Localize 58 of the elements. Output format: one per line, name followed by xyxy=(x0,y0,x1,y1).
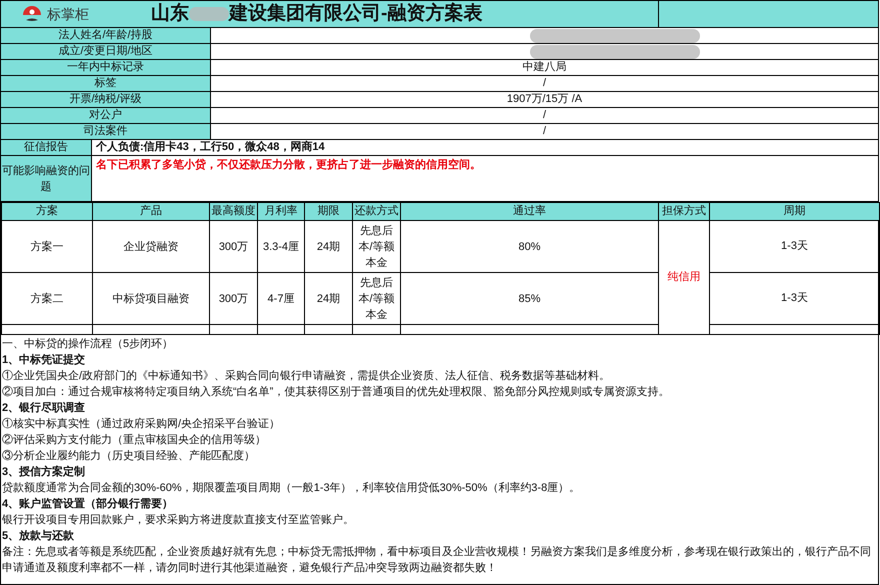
row-label: 法人姓名/年龄/持股 xyxy=(58,28,153,44)
table-cell: 1-3天 xyxy=(710,272,880,324)
column-header: 方案 xyxy=(2,202,92,220)
column-header: 期限 xyxy=(304,202,352,220)
row-label: 征信报告 xyxy=(24,140,68,156)
logo-text: 标掌柜 xyxy=(47,4,89,24)
table-cell: 1-3天 xyxy=(710,220,880,272)
row-label: 对公户 xyxy=(89,108,122,124)
page-title: 建设集团有限公司-融资方案表 xyxy=(229,1,482,26)
note-text: 一、中标贷的操作流程（5步闭环） xyxy=(2,336,174,352)
note-text: 银行开设项目专用回款账户，要求采购方将进度款直接支付至监管账户。 xyxy=(2,512,355,528)
note-text: ①核实中标真实性（通过政府采购网/央企招采平台验证） xyxy=(2,416,282,432)
table-cell: 先息后本/等额本金 xyxy=(352,220,400,272)
column-header: 周期 xyxy=(710,202,880,220)
section-heading: 5、放款与还款 xyxy=(2,528,76,544)
table-cell: 300万 xyxy=(210,220,258,272)
table-cell: 方案二 xyxy=(2,272,92,324)
column-header: 产品 xyxy=(92,202,210,220)
row-value: 1907万/15万 /A xyxy=(506,92,582,108)
row-value: 个人负债:信用卡43，工行50，微众48，网商14 xyxy=(96,140,325,156)
section-heading: 4、账户监管设置（部分银行需要） xyxy=(2,496,174,512)
table-cell: 80% xyxy=(400,220,658,272)
page-title: 山东 xyxy=(151,2,189,26)
table-cell: 纯信用 xyxy=(658,220,710,334)
note-text: ②项目加白：通过合规审核将特定项目纳入系统“白名单”，使其获得区别于普通项目的优先处理权限、豁免部分风控规则或专属资源支持。 xyxy=(2,384,670,400)
column-header: 月利率 xyxy=(258,202,304,220)
section-heading: 1、中标凭证提交 xyxy=(2,352,86,368)
table-cell: 300万 xyxy=(210,272,258,324)
table-cell: 4-7厘 xyxy=(258,272,304,324)
table-cell: 24期 xyxy=(304,220,352,272)
row-value: / xyxy=(542,124,546,140)
table-cell: 中标贷项目融资 xyxy=(92,272,210,324)
row-label: 标签 xyxy=(94,76,116,92)
note-text: ①企业凭国央企/政府部门的《中标通知书》、采购合同向银行申请融资，需提供企业资质、法人征信、税务数据等基础材料。 xyxy=(2,368,612,384)
table-cell: 方案一 xyxy=(2,220,92,272)
row-value: 中建八局 xyxy=(522,60,566,76)
row-value: 名下已积累了多笔小贷，不仅还款压力分散，更挤占了进一步融资的信用空间。 xyxy=(96,159,481,171)
table-cell: 24期 xyxy=(304,272,352,324)
row-label: 司法案件 xyxy=(84,124,128,140)
row-label: 一年内中标记录 xyxy=(67,60,144,76)
table-cell: 先息后本/等额本金 xyxy=(352,272,400,324)
note-text: 备注：先息或者等额是系统匹配，企业资质越好就有先息；中标贷无需抵押物，看中标项目及企业营收规模！另融资方案我们是多维度分析，参考现在银行政策出的，银行产品不同申请通道及额度利率都不一样，请勿同时进行其他渠道融资，避免银行产品冲突导致两边融资都失败！ xyxy=(2,544,872,576)
row-label: 成立/变更日期/地区 xyxy=(58,44,153,60)
column-header: 最高额度 xyxy=(210,202,258,220)
row-value: / xyxy=(542,108,546,124)
column-header: 通过率 xyxy=(400,202,658,220)
section-heading: 3、授信方案定制 xyxy=(2,464,86,480)
section-heading: 2、银行尽职调查 xyxy=(2,400,86,416)
table-cell: 3.3-4厘 xyxy=(258,220,304,272)
note-text: ③分析企业履约能力（历史项目经验、产能匹配度） xyxy=(2,448,256,464)
column-header: 还款方式 xyxy=(352,202,400,220)
row-label: 开票/纳税/评级 xyxy=(69,92,142,108)
note-text: 贷款额度通常为合同金额的30%-60%，期限覆盖项目周期（一般1-3年），利率较信用贷低30%-50%（利率约3-8厘）。 xyxy=(2,480,582,496)
table-cell: 企业贷融资 xyxy=(92,220,210,272)
row-label: 可能影响融资的问题 xyxy=(1,164,91,194)
note-text: ②评估采购方支付能力（重点审核国央企的信用等级） xyxy=(2,432,267,448)
column-header: 担保方式 xyxy=(658,202,710,220)
row-value: / xyxy=(542,76,546,92)
